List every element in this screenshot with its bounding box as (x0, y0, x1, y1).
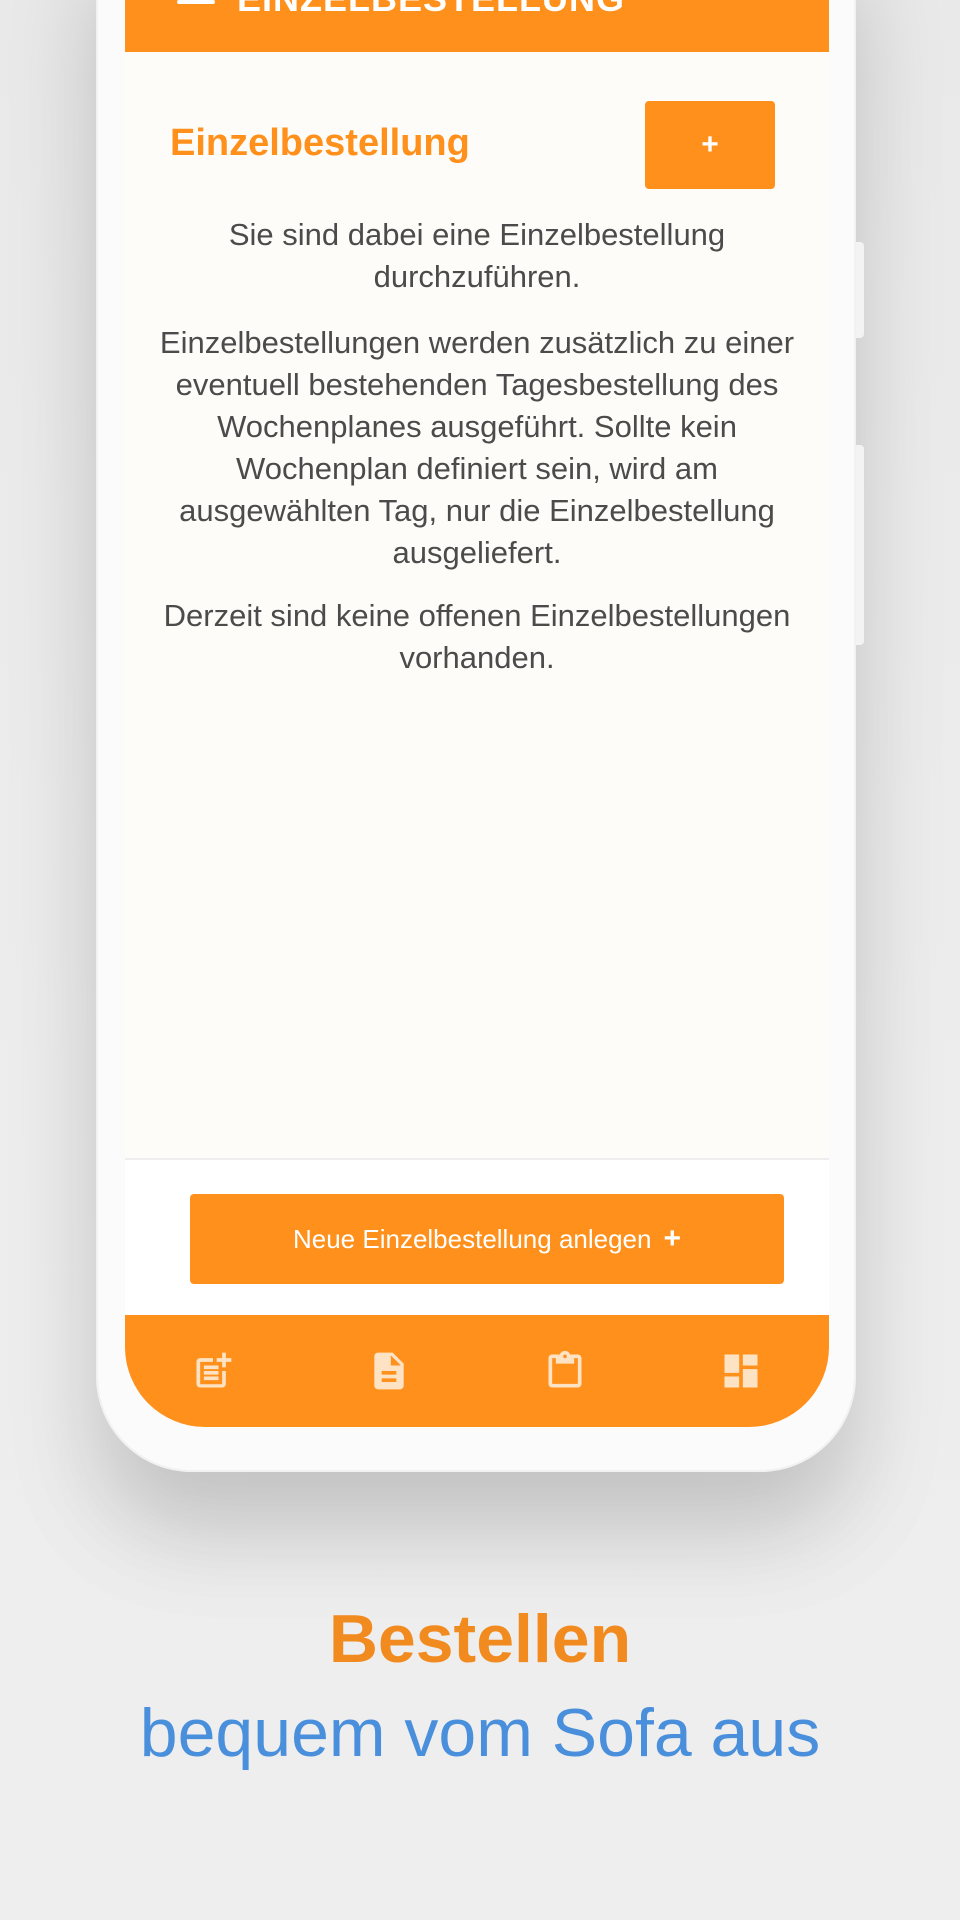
phone-side-button (856, 445, 864, 645)
nav-item-clipboard[interactable] (477, 1315, 653, 1427)
app-bar-title: EINZELBESTELLUNG (237, 0, 625, 20)
bottom-navigation (125, 1315, 829, 1427)
menu-icon[interactable] (177, 0, 215, 10)
nav-item-dashboard[interactable] (653, 1315, 829, 1427)
app-screen: EINZELBESTELLUNG Einzelbestellung + Sie … (125, 0, 829, 1427)
dashboard-icon (724, 1354, 758, 1388)
nav-item-document[interactable] (301, 1315, 477, 1427)
new-order-button-label: Neue Einzelbestellung anlegen (292, 1223, 652, 1254)
promo-headline: Bestellen (328, 1601, 632, 1677)
page-title: Einzelbestellung (170, 122, 470, 164)
promo-subline: bequem vom Sofa aus (139, 1695, 821, 1771)
intro-text: Sie sind dabei eine Einzelbestellung dur… (228, 217, 726, 294)
empty-state-text: Derzeit sind keine offenen Einzelbestell… (163, 598, 791, 675)
phone-side-button (856, 242, 864, 338)
new-order-button[interactable]: Neue Einzelbestellung anlegen + (190, 1194, 784, 1284)
add-button[interactable]: + (645, 101, 775, 189)
plus-icon: + (663, 1222, 682, 1255)
document-icon (374, 1352, 404, 1390)
info-text: Einzelbestellungen werden zusätzlich zu … (159, 325, 795, 570)
top-app-bar: EINZELBESTELLUNG (125, 0, 829, 52)
post-add-icon (196, 1352, 232, 1388)
nav-item-new-order[interactable] (125, 1315, 301, 1427)
clipboard-icon (548, 1350, 582, 1388)
